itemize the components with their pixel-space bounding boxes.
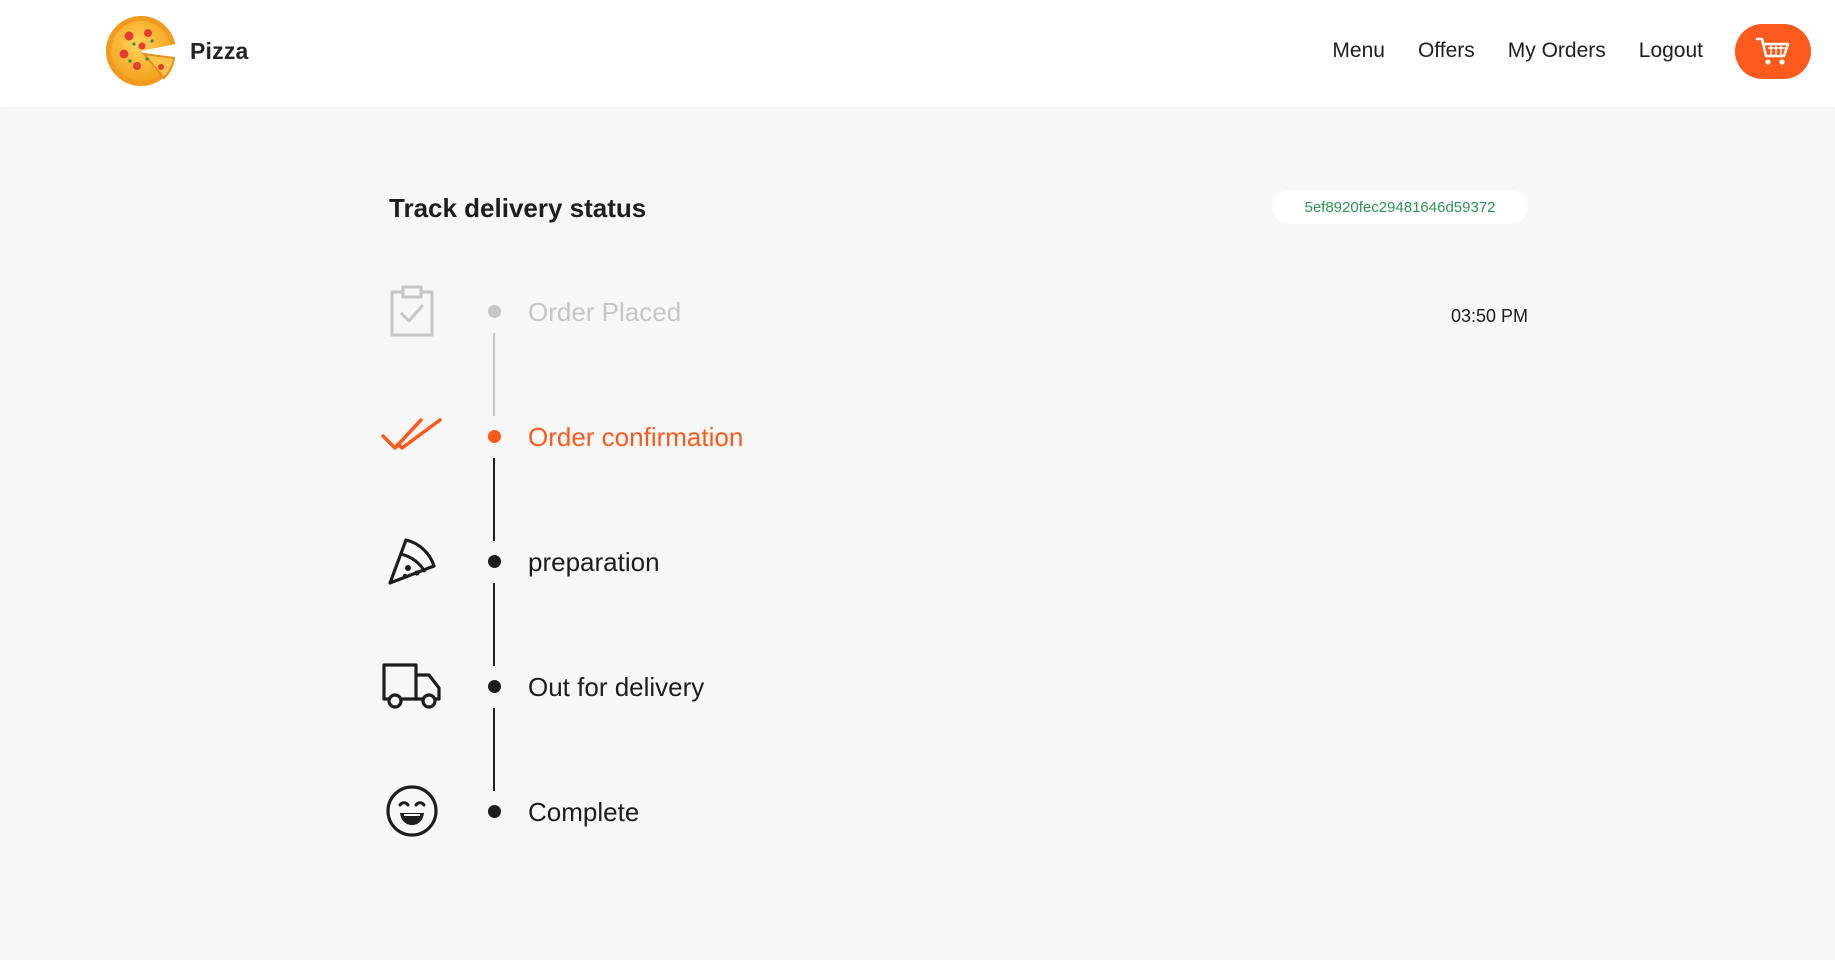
- order-id-badge: 5ef8920fec29481646d59372: [1272, 190, 1528, 224]
- cart-button[interactable]: [1735, 23, 1811, 79]
- top-navbar: Pizza Menu Offers My Orders Logout: [0, 0, 1835, 107]
- timeline-connector: [493, 708, 495, 791]
- clipboard-check-icon: [390, 285, 434, 337]
- timeline-connector: [493, 458, 495, 541]
- nav-menu-link[interactable]: Menu: [1332, 39, 1385, 63]
- step-icon-wrapper: [380, 529, 444, 593]
- smiley-face-icon: [386, 785, 438, 837]
- page-title: Track delivery status: [389, 193, 647, 223]
- brand-name: Pizza: [190, 37, 249, 64]
- step-icon-wrapper: [380, 404, 444, 468]
- pizza-slice-icon: [388, 538, 436, 585]
- step-label: Out for delivery: [528, 672, 705, 702]
- step-label: Order confirmation: [528, 422, 744, 452]
- timeline-dot: [488, 680, 501, 693]
- pizza-logo-icon: [106, 16, 177, 86]
- cart-icon: [1755, 37, 1790, 65]
- nav-my-orders-link[interactable]: My Orders: [1508, 39, 1606, 63]
- delivery-truck-icon: [382, 663, 441, 709]
- timeline-dot: [488, 430, 501, 443]
- timeline-connector: [493, 333, 495, 416]
- main-nav: Menu Offers My Orders Logout: [1332, 0, 1835, 102]
- step-label: Complete: [528, 797, 640, 827]
- step-icon-wrapper: [380, 654, 444, 718]
- nav-offers-link[interactable]: Offers: [1418, 39, 1475, 63]
- timeline-dot: [488, 305, 501, 318]
- step-icon-wrapper: [380, 279, 444, 343]
- nav-logout-link[interactable]: Logout: [1639, 39, 1703, 63]
- brand-link[interactable]: Pizza: [104, 14, 249, 88]
- timeline-dot: [488, 555, 501, 568]
- step-label: Order Placed: [528, 297, 682, 327]
- double-check-icon: [381, 418, 442, 450]
- step-label: preparation: [528, 547, 660, 577]
- order-placed-time: 03:50 PM: [1450, 306, 1528, 326]
- timeline-dot: [488, 805, 501, 818]
- timeline-connector: [493, 583, 495, 666]
- step-icon-wrapper: [380, 779, 444, 843]
